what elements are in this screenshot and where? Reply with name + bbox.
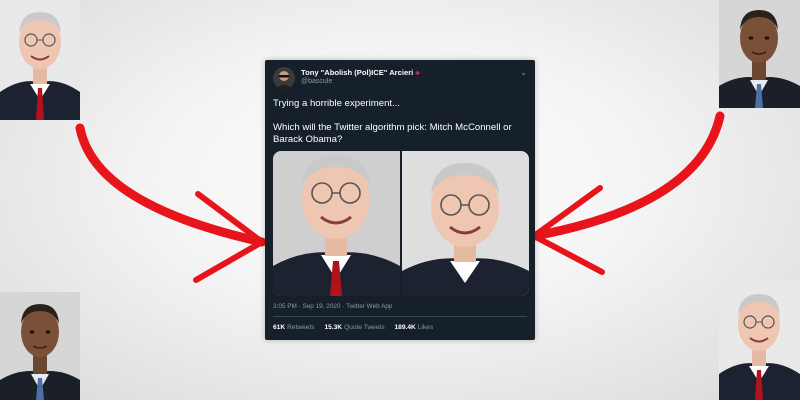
portrait-obama-bottom-left: [0, 292, 80, 400]
tweet-header: Tony "Abolish (Pol)ICE" Arcieri ♣ @bascul…: [273, 67, 527, 91]
likes-label: Likes: [417, 324, 434, 331]
tweet-media[interactable]: [273, 151, 529, 296]
media-image-left[interactable]: [273, 151, 400, 296]
author-handle[interactable]: @bascule: [301, 78, 332, 85]
quote-tweets-stat[interactable]: 15.3K Quote Tweets: [324, 324, 384, 331]
tweet-text-line1: Trying a horrible experiment...: [273, 98, 401, 109]
crab-icon: ♣: [415, 70, 420, 77]
left-arrow: [75, 123, 267, 283]
portrait-obama-top-right: [719, 0, 800, 108]
avatar[interactable]: [273, 67, 295, 89]
retweets-stat[interactable]: 61K Retweets: [273, 324, 315, 331]
likes-count: 189.4K: [394, 324, 416, 331]
quote-count: 15.3K: [324, 324, 343, 331]
right-arrow: [529, 111, 725, 275]
portrait-mcconnell-top-left: [0, 0, 80, 120]
chevron-down-icon[interactable]: ⌄: [520, 69, 527, 77]
tweet-stats: 61K Retweets 15.3K Quote Tweets 189.4K Like…: [273, 324, 441, 331]
author-name-text[interactable]: Tony "Abolish (Pol)ICE" Arcieri: [301, 68, 413, 77]
quote-label: Quote Tweets: [344, 324, 385, 331]
media-image-right[interactable]: [402, 151, 529, 296]
tweet-text: Trying a horrible experiment... Which wi…: [273, 98, 529, 158]
divider: [273, 316, 527, 317]
tweet-timestamp[interactable]: 3:05 PM · Sep 19, 2020 · Twitter Web App: [273, 303, 392, 310]
likes-stat[interactable]: 189.4K Likes: [394, 324, 433, 331]
retweets-count: 61K: [273, 324, 286, 331]
author-name[interactable]: Tony "Abolish (Pol)ICE" Arcieri ♣: [301, 68, 420, 77]
tweet-text-line2: Which will the Twitter algorithm pick: M…: [273, 122, 512, 145]
retweets-label: Retweets: [287, 324, 315, 331]
tweet-card[interactable]: Tony "Abolish (Pol)ICE" Arcieri ♣ @bascul…: [265, 60, 535, 340]
portrait-mcconnell-bottom-right: [719, 280, 800, 400]
